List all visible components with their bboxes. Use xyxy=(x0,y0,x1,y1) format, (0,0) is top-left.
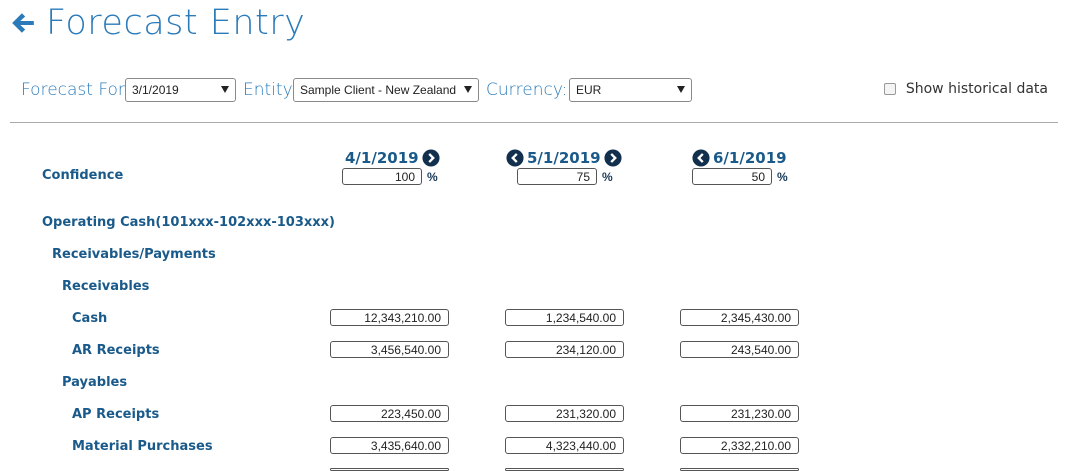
page-header: Forecast Entry xyxy=(10,2,305,44)
forecast-for-label: Forecast For: xyxy=(21,80,131,100)
column-date: 5/1/2019 xyxy=(527,149,601,167)
confidence-input[interactable]: 50 xyxy=(692,168,772,185)
show-historical-checkbox[interactable] xyxy=(883,83,896,95)
value-input[interactable]: 2,345,430.00 xyxy=(680,309,799,326)
forecast-for-select[interactable]: 3/1/2019 xyxy=(125,78,236,102)
confidence-input[interactable]: 100 xyxy=(342,168,422,185)
entity-value: Sample Client - New Zealand xyxy=(300,83,457,97)
show-historical-label: Show historical data xyxy=(905,81,1048,97)
row-label: Payables xyxy=(62,375,128,390)
row-label: Receivables/Payments xyxy=(52,247,216,262)
value-input[interactable]: 234,120.00 xyxy=(505,341,624,358)
column-header-2: 5/1/2019 xyxy=(506,148,681,168)
row-label: Receivables xyxy=(62,279,150,294)
confidence-cell-3: 50 % xyxy=(692,168,788,185)
chevron-down-icon xyxy=(677,86,685,93)
value-input[interactable]: 3,435,640.00 xyxy=(330,437,449,454)
chevron-down-icon xyxy=(464,86,472,93)
filter-bar: Forecast For: 3/1/2019 Entity: Sample Cl… xyxy=(21,77,1068,105)
column-date: 6/1/2019 xyxy=(713,149,787,167)
chevron-left-icon[interactable] xyxy=(692,149,710,167)
confidence-cell-1: 100 % xyxy=(342,168,438,185)
value-input[interactable]: 231,320.00 xyxy=(505,405,624,422)
show-historical-toggle[interactable]: Show historical data xyxy=(883,81,1048,97)
currency-label: Currency: xyxy=(486,80,568,100)
chevron-right-icon[interactable] xyxy=(422,149,440,167)
row-label: Material Purchases xyxy=(72,439,213,454)
percent-sign: % xyxy=(777,169,788,184)
value-input[interactable]: 12,343,210.00 xyxy=(330,309,449,326)
chevron-right-icon[interactable] xyxy=(604,149,622,167)
value-input[interactable]: 231,230.00 xyxy=(680,405,799,422)
row-label: AR Receipts xyxy=(72,343,160,358)
confidence-cell-2: 75 % xyxy=(517,168,613,185)
percent-sign: % xyxy=(602,169,613,184)
back-arrow-icon[interactable] xyxy=(10,10,36,36)
chevron-left-icon[interactable] xyxy=(506,149,524,167)
confidence-input[interactable]: 75 xyxy=(517,168,597,185)
row-label: Cash xyxy=(72,311,108,326)
entity-select[interactable]: Sample Client - New Zealand xyxy=(293,78,479,102)
value-input[interactable]: 2,332,210.00 xyxy=(680,437,799,454)
chevron-down-icon xyxy=(221,86,229,93)
entity-label: Entity: xyxy=(243,80,298,100)
value-input[interactable]: 243,540.00 xyxy=(680,341,799,358)
currency-select[interactable]: EUR xyxy=(569,78,692,102)
percent-sign: % xyxy=(427,169,438,184)
value-input[interactable]: 223,450.00 xyxy=(330,405,449,422)
row-label: Operating Cash(101xxx-102xxx-103xxx) xyxy=(42,215,335,230)
page-title: Forecast Entry xyxy=(46,3,306,43)
row-label: AP Receipts xyxy=(72,407,160,422)
column-date: 4/1/2019 xyxy=(345,149,419,167)
currency-value: EUR xyxy=(576,83,602,97)
value-input[interactable]: 3,456,540.00 xyxy=(330,341,449,358)
value-input[interactable]: 1,234,540.00 xyxy=(505,309,624,326)
value-input[interactable]: 4,323,440.00 xyxy=(505,437,624,454)
confidence-label: Confidence xyxy=(42,168,124,183)
divider xyxy=(10,122,1058,123)
column-header-1: 4/1/2019 xyxy=(342,148,517,168)
column-header-3: 6/1/2019 xyxy=(692,148,867,168)
forecast-for-value: 3/1/2019 xyxy=(132,83,179,97)
